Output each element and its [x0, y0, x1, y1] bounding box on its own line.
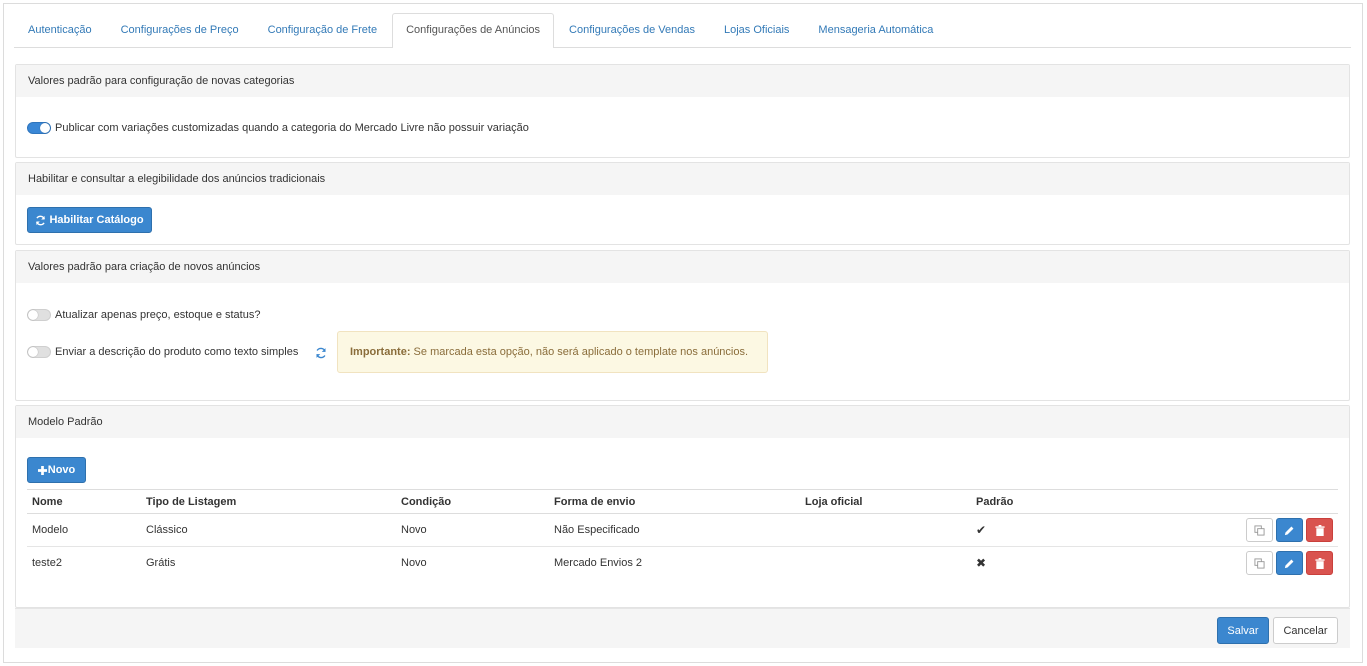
cell-nome: Modelo: [27, 513, 141, 547]
column-header-condicao: Condição: [396, 489, 549, 514]
cell-condicao: Novo: [401, 557, 427, 570]
trash-icon: [1314, 557, 1325, 569]
column-header-padrao: Padrão: [971, 489, 1131, 514]
important-alert: Importante: Se marcada esta opção, não s…: [337, 331, 768, 373]
edit-button[interactable]: [1276, 518, 1303, 542]
new-model-button[interactable]: Novo: [27, 457, 86, 483]
tab-mensageria-automatica[interactable]: Mensageria Automática: [804, 13, 947, 47]
table-header-row: Nome Tipo de Listagem Condição Forma de …: [27, 489, 1338, 514]
tab-autenticacao[interactable]: Autenticação: [14, 13, 106, 47]
column-header-tipo: Tipo de Listagem: [141, 489, 396, 514]
copy-button[interactable]: [1246, 518, 1273, 542]
column-header-loja: Loja oficial: [800, 489, 971, 514]
cross-icon: ✖: [976, 556, 987, 571]
enable-catalog-button[interactable]: Habilitar Catálogo: [27, 207, 152, 233]
plain-text-description-label: Enviar a descrição do produto como texto…: [55, 346, 299, 358]
cell-condicao: Novo: [396, 513, 549, 547]
plain-text-description-toggle[interactable]: [27, 346, 51, 358]
toggle-knob: [40, 123, 50, 133]
plus-icon: [37, 465, 47, 475]
copy-icon: [1254, 524, 1265, 536]
panel-title: Valores padrão para criação de novos anú…: [16, 251, 1349, 283]
update-only-price-toggle[interactable]: [27, 309, 51, 321]
delete-button[interactable]: [1306, 518, 1333, 542]
table-row: teste2 Grátis Novo Mercado Envios 2 ✖: [27, 547, 1338, 580]
refresh-icon[interactable]: [315, 347, 327, 359]
pencil-icon: [1284, 526, 1294, 535]
models-table: Nome Tipo de Listagem Condição Forma de …: [27, 489, 1338, 580]
tab-configuracoes-anuncios[interactable]: Configurações de Anúncios: [392, 13, 555, 48]
cell-loja: [800, 513, 971, 547]
custom-variations-toggle[interactable]: [27, 122, 51, 134]
update-only-price-label: Atualizar apenas preço, estoque e status…: [55, 309, 261, 321]
form-footer: Salvar Cancelar: [15, 608, 1350, 648]
check-icon: ✔: [971, 513, 1131, 547]
cell-actions: [1131, 513, 1338, 547]
new-model-label: Novo: [47, 464, 76, 476]
panel-new-categories: Valores padrão para configuração de nova…: [15, 64, 1350, 158]
cell-tipo: Clássico: [141, 513, 396, 547]
panel-catalog: Habilitar e consultar a elegibilidade do…: [15, 162, 1350, 245]
cell-envio: Mercado Envios 2: [554, 557, 643, 570]
panel-default-model: Modelo Padrão Novo Nome Tipo de Listagem…: [15, 405, 1350, 608]
column-header-nome: Nome: [27, 489, 141, 514]
cell-tipo: Grátis: [146, 557, 176, 570]
custom-variations-label: Publicar com variações customizadas quan…: [55, 122, 529, 134]
edit-button[interactable]: [1276, 551, 1303, 576]
alert-text: Se marcada esta opção, não será aplicado…: [410, 346, 749, 358]
pencil-icon: [1284, 559, 1294, 568]
copy-icon: [1254, 558, 1265, 569]
column-header-actions: [1131, 489, 1338, 514]
cancel-button[interactable]: Cancelar: [1273, 617, 1338, 644]
refresh-icon: [36, 215, 46, 225]
tab-configuracao-frete[interactable]: Configuração de Frete: [254, 13, 391, 47]
panel-title: Modelo Padrão: [16, 406, 1349, 438]
save-button[interactable]: Salvar: [1217, 617, 1269, 644]
cell-nome: teste2: [32, 557, 62, 570]
delete-button[interactable]: [1306, 551, 1333, 576]
table-row: Modelo Clássico Novo Não Especificado ✔: [27, 513, 1338, 547]
tab-lojas-oficiais[interactable]: Lojas Oficiais: [710, 13, 803, 47]
toggle-knob: [28, 310, 38, 320]
enable-catalog-label: Habilitar Catálogo: [49, 214, 144, 226]
tab-configuracoes-preco[interactable]: Configurações de Preço: [107, 13, 253, 47]
tab-configuracoes-vendas[interactable]: Configurações de Vendas: [555, 13, 709, 47]
alert-strong: Importante:: [350, 346, 411, 358]
panel-title: Habilitar e consultar a elegibilidade do…: [16, 163, 1349, 195]
panel-new-ads: Valores padrão para criação de novos anú…: [15, 250, 1350, 401]
panel-title: Valores padrão para configuração de nova…: [16, 65, 1349, 97]
cell-actions: [1131, 547, 1338, 580]
cell-loja: [800, 547, 971, 580]
column-header-envio: Forma de envio: [549, 489, 800, 514]
settings-tabs: Autenticação Configurações de Preço Conf…: [14, 13, 1351, 48]
toggle-knob: [28, 347, 38, 357]
trash-icon: [1314, 524, 1325, 536]
copy-button[interactable]: [1246, 551, 1273, 576]
cell-envio: Não Especificado: [549, 513, 800, 547]
